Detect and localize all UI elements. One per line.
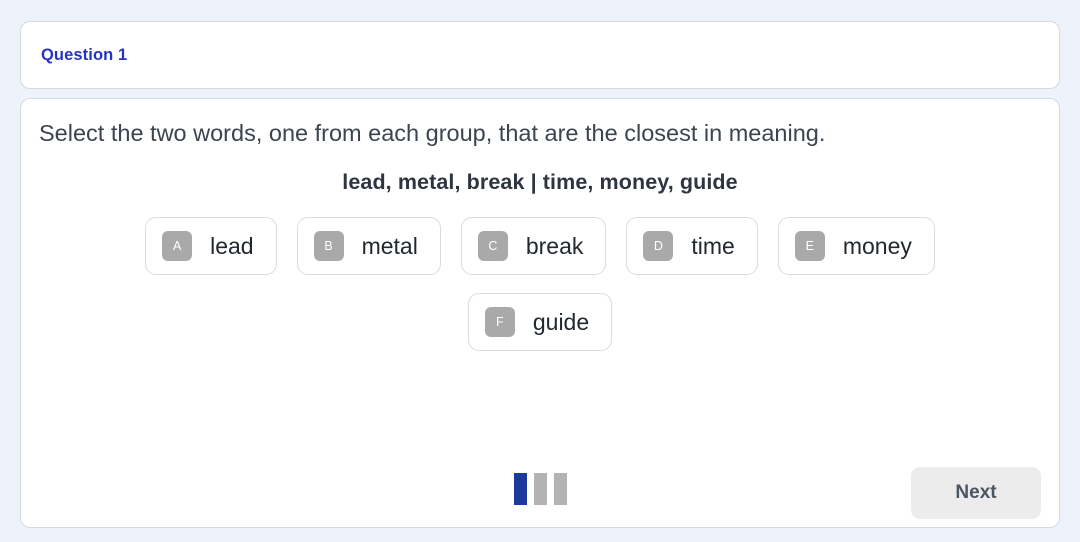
answer-options: A lead B metal C break D time E money F	[108, 217, 972, 352]
option-label: money	[842, 232, 912, 259]
option-letter-badge: B	[313, 231, 344, 262]
option-d[interactable]: D time	[626, 217, 758, 276]
option-f[interactable]: F guide	[467, 293, 613, 352]
page-title: Question 1	[41, 45, 128, 64]
word-groups: lead, metal, break | time, money, guide	[342, 170, 738, 195]
option-e[interactable]: E money	[777, 217, 935, 276]
question-body-card: Select the two words, one from each grou…	[20, 98, 1060, 528]
progress-bar-1	[513, 473, 527, 505]
option-label: lead	[210, 232, 254, 259]
option-label: guide	[532, 308, 590, 335]
option-letter-badge: C	[477, 231, 508, 262]
quiz-footer: Next	[39, 467, 1041, 519]
option-c[interactable]: C break	[460, 217, 607, 276]
option-b[interactable]: B metal	[296, 217, 441, 276]
next-button[interactable]: Next	[911, 467, 1041, 519]
option-a[interactable]: A lead	[145, 217, 277, 276]
progress-bar-2	[533, 473, 547, 505]
option-letter-badge: E	[794, 231, 825, 262]
option-label: break	[525, 232, 584, 259]
question-prompt: Select the two words, one from each grou…	[39, 120, 826, 146]
option-letter-badge: A	[162, 231, 193, 262]
progress-bar-3	[553, 473, 567, 505]
option-letter-badge: D	[643, 231, 674, 262]
quiz-page: Question 1 Select the two words, one fro…	[0, 0, 1080, 542]
option-label: time	[691, 232, 735, 259]
option-label: metal	[361, 232, 418, 259]
question-header-card: Question 1	[20, 21, 1060, 89]
progress-indicator	[513, 473, 567, 505]
option-letter-badge: F	[484, 307, 515, 338]
